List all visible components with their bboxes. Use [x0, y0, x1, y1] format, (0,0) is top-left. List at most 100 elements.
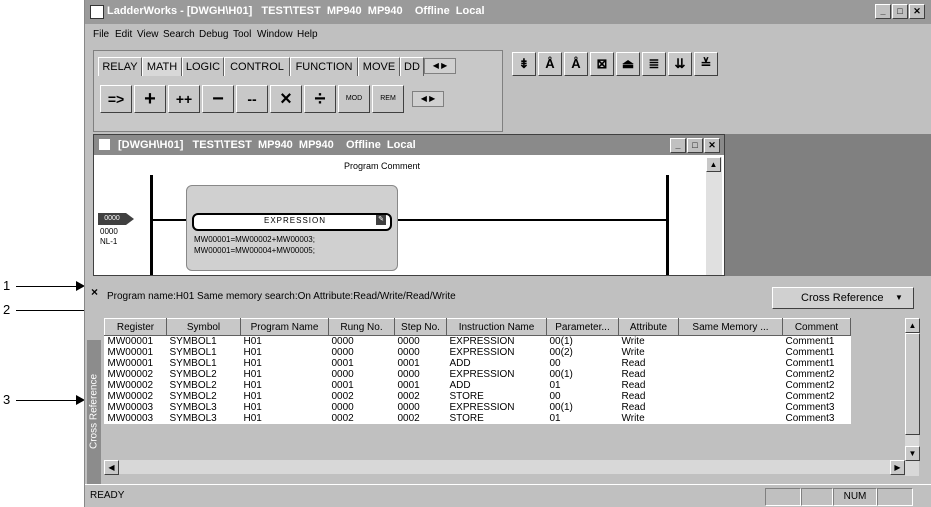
column-header[interactable]: Register — [104, 318, 167, 336]
mod-button[interactable]: MOD — [338, 85, 370, 113]
tab-scroll-arrows[interactable]: ◀ ▶ — [424, 58, 456, 74]
table-cell: 0000 — [331, 402, 354, 413]
step-number: 0000 — [100, 227, 118, 236]
menu-debug[interactable]: Debug — [199, 29, 228, 40]
step-pointer-icon — [126, 213, 134, 225]
contact-b-icon[interactable]: Å — [564, 52, 588, 76]
child-minimize-button[interactable]: _ — [670, 138, 686, 153]
table-row[interactable]: MW00001 SYMBOL1 H01 0000 0000 EXPRESSION 00(2)… — [105, 347, 851, 358]
table-row[interactable]: MW00002 SYMBOL2 H01 0001 0001 ADD 01 Read Commen… — [105, 380, 851, 391]
cross-reference-button[interactable]: Cross Reference ▼ — [772, 287, 914, 309]
table-horizontal-scrollbar[interactable]: ◀ ▶ — [104, 460, 905, 475]
table-scroll-left-icon[interactable]: ◀ — [104, 460, 119, 475]
column-header[interactable]: Step No. — [394, 318, 447, 336]
table-cell: ADD — [449, 380, 471, 391]
table-cell: H01 — [243, 347, 262, 358]
table-cell: STORE — [449, 413, 484, 424]
tab-move[interactable]: MOVE — [358, 57, 400, 76]
table-cell: 00 — [549, 391, 561, 402]
menu-edit[interactable]: Edit — [115, 29, 132, 40]
app-window: LadderWorks - [DWGH\H01] TEST\TEST MP940… — [84, 0, 931, 507]
table-cell: Write — [621, 347, 645, 358]
table-row[interactable]: MW00003 SYMBOL3 H01 0000 0000 EXPRESSION 00(1)… — [105, 402, 851, 413]
contact-a-icon[interactable]: Å — [538, 52, 562, 76]
column-header[interactable]: Rung No. — [328, 318, 395, 336]
subtract-button[interactable]: − — [202, 85, 234, 113]
column-header[interactable]: Program Name — [240, 318, 329, 336]
table-scroll-down-icon[interactable]: ▼ — [905, 446, 920, 461]
tab-math[interactable]: MATH — [142, 57, 182, 76]
lines-icon[interactable]: ≣ — [642, 52, 666, 76]
editor-scroll-up-icon[interactable]: ▲ — [706, 157, 721, 172]
child-title-bar[interactable]: [DWGH\H01] TEST\TEST MP940 MP940 Offline… — [94, 135, 724, 155]
menu-view[interactable]: View — [137, 29, 159, 40]
maximize-button[interactable]: □ — [892, 4, 908, 19]
tab-control[interactable]: CONTROL — [224, 57, 290, 76]
callout-2: 2 — [3, 302, 11, 317]
table-cell: 0001 — [397, 358, 420, 369]
table-cell: H01 — [243, 380, 262, 391]
coil-icon[interactable]: ⊠ — [590, 52, 614, 76]
table-scroll-up-icon[interactable]: ▲ — [905, 318, 920, 333]
table-cell: EXPRESSION — [449, 336, 515, 347]
down-icon[interactable]: ⇊ — [668, 52, 692, 76]
table-row[interactable]: MW00001 SYMBOL1 H01 0001 0001 ADD 00 Read Commen… — [105, 358, 851, 369]
add-button[interactable]: + — [134, 85, 166, 113]
column-header[interactable]: Instruction Name — [446, 318, 547, 336]
tab-function[interactable]: FUNCTION — [290, 57, 358, 76]
expression-edit-icon[interactable]: ✎ — [376, 215, 386, 225]
table-row[interactable]: MW00003 SYMBOL3 H01 0002 0002 STORE 01 Write Com… — [105, 413, 851, 424]
menu-help[interactable]: Help — [297, 29, 318, 40]
dropdown-arrow-icon[interactable]: ▼ — [895, 288, 903, 308]
subtract-extended-button[interactable]: -- — [236, 85, 268, 113]
tab-dd[interactable]: DD — [400, 57, 424, 76]
rem-button[interactable]: REM — [372, 85, 404, 113]
tab-logic[interactable]: LOGIC — [182, 57, 224, 76]
nest-level: NL-1 — [100, 237, 118, 246]
assign-button[interactable]: => — [100, 85, 132, 113]
table-cell — [679, 336, 783, 348]
menu-search[interactable]: Search — [163, 29, 195, 40]
table-scroll-right-icon[interactable]: ▶ — [890, 460, 905, 475]
multiply-button[interactable]: × — [270, 85, 302, 113]
table-cell: 0000 — [331, 369, 354, 380]
tab-relay[interactable]: RELAY — [98, 57, 142, 76]
close-button[interactable]: ✕ — [909, 4, 925, 19]
column-header[interactable]: Same Memory ... — [678, 318, 783, 336]
equal-icon[interactable]: ≚ — [694, 52, 718, 76]
table-row[interactable]: MW00001 SYMBOL1 H01 0000 0000 EXPRESSION 00(1)… — [105, 336, 851, 348]
menu-tool[interactable]: Tool — [233, 29, 251, 40]
table-row[interactable]: MW00002 SYMBOL2 H01 0000 0000 EXPRESSION 00(1)… — [105, 369, 851, 380]
table-scroll-thumb[interactable] — [905, 333, 920, 435]
palette-scroll-arrows[interactable]: ◀ ▶ — [412, 91, 444, 107]
up-arrow-icon[interactable]: ⏏ — [616, 52, 640, 76]
cross-reference-side-tab[interactable]: Cross Reference — [87, 340, 101, 492]
minimize-button[interactable]: _ — [875, 4, 891, 19]
editor-vertical-scrollbar[interactable]: ▲ — [706, 157, 722, 275]
cross-reference-info-bar: × Program name:H01 Same memory search:On… — [85, 280, 931, 316]
add-extended-button[interactable]: ++ — [168, 85, 200, 113]
column-header[interactable]: Attribute — [618, 318, 679, 336]
menu-file[interactable]: File — [93, 29, 109, 40]
menu-window[interactable]: Window — [257, 29, 293, 40]
divide-button[interactable]: ÷ — [304, 85, 336, 113]
rung-insert-icon[interactable]: ⇟ — [512, 52, 536, 76]
right-power-rail — [666, 175, 669, 275]
table-cell: Comment2 — [785, 369, 835, 380]
window-title: LadderWorks - [DWGH\H01] TEST\TEST MP940… — [107, 5, 485, 17]
table-cell: H01 — [243, 413, 262, 424]
column-header[interactable]: Parameter... — [546, 318, 619, 336]
child-maximize-button[interactable]: □ — [687, 138, 703, 153]
step-marker[interactable]: 0000 — [98, 213, 126, 225]
title-bar[interactable]: LadderWorks - [DWGH\H01] TEST\TEST MP940… — [85, 0, 931, 24]
info-close-icon[interactable]: × — [91, 285, 98, 299]
table-cell: EXPRESSION — [449, 347, 515, 358]
column-header[interactable]: Comment — [782, 318, 851, 336]
child-close-button[interactable]: ✕ — [704, 138, 720, 153]
table-cell: 0000 — [397, 369, 420, 380]
column-header[interactable]: Symbol — [166, 318, 241, 336]
table-cell — [679, 380, 783, 391]
table-cell: 0002 — [331, 391, 354, 402]
table-row[interactable]: MW00002 SYMBOL2 H01 0002 0002 STORE 00 Read Comm… — [105, 391, 851, 402]
table-vertical-scrollbar[interactable]: ▲ ▼ — [905, 318, 920, 476]
